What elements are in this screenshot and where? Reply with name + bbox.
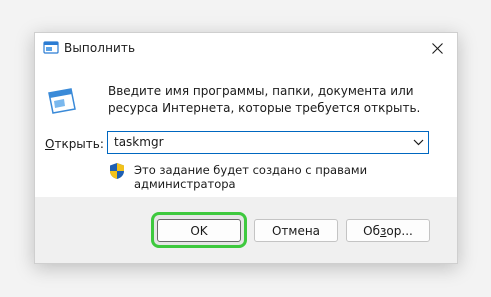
title-bar[interactable]: Выполнить xyxy=(35,33,457,63)
run-icon xyxy=(48,88,76,114)
open-label: Открыть: xyxy=(45,137,104,151)
open-combobox[interactable]: taskmgr xyxy=(107,131,429,154)
open-input[interactable]: taskmgr xyxy=(114,135,164,149)
chevron-down-icon[interactable] xyxy=(413,138,424,146)
run-icon xyxy=(43,41,59,54)
admin-note: Это задание будет создано с правами адми… xyxy=(134,163,368,191)
cancel-button[interactable]: Отмена xyxy=(254,219,338,242)
ok-button-label: OK xyxy=(190,223,208,238)
window-title: Выполнить xyxy=(64,41,136,55)
run-dialog: Выполнить Введите имя программы, папки, … xyxy=(34,32,458,264)
cancel-button-label: Отмена xyxy=(271,223,321,238)
close-icon xyxy=(431,42,443,54)
ok-button[interactable]: OK xyxy=(157,219,241,242)
browse-label-pre: Об xyxy=(363,223,381,238)
dialog-description: Введите имя программы, папки, документа … xyxy=(108,84,421,115)
browse-label-post: ор... xyxy=(386,223,413,238)
open-label-text: ткрыть: xyxy=(54,137,104,151)
browse-button[interactable]: Об з ор... xyxy=(346,219,430,242)
close-button[interactable] xyxy=(417,33,457,63)
uac-shield-icon xyxy=(110,163,124,179)
